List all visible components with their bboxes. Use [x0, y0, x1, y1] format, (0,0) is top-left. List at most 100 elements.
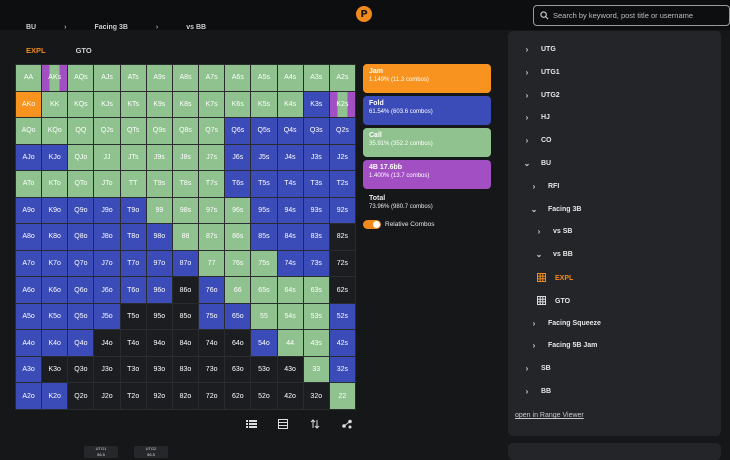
hand-cell[interactable]: J3o: [94, 356, 120, 383]
hand-cell[interactable]: 52o: [251, 383, 277, 409]
hand-cell[interactable]: K8o: [42, 224, 68, 250]
hand-cell[interactable]: Q4s: [277, 118, 303, 144]
hand-cell[interactable]: K2s: [329, 91, 355, 118]
hand-cell[interactable]: J2o: [94, 383, 120, 409]
hand-cell[interactable]: 72o: [199, 383, 225, 409]
hand-cell[interactable]: TT: [120, 171, 146, 197]
hand-cell[interactable]: 96o: [146, 277, 172, 303]
hand-cell[interactable]: Q7s: [199, 118, 225, 144]
hand-cell[interactable]: J4s: [277, 144, 303, 171]
hand-cell[interactable]: 82o: [172, 383, 199, 409]
hand-cell[interactable]: Q8o: [68, 224, 94, 250]
hand-cell[interactable]: 82s: [329, 224, 355, 250]
hand-cell[interactable]: 54o: [251, 330, 277, 356]
hand-cell[interactable]: 62s: [329, 277, 355, 303]
hand-cell[interactable]: K2o: [42, 383, 68, 409]
hand-cell[interactable]: 74s: [277, 250, 303, 277]
hand-cell[interactable]: J8s: [172, 144, 199, 171]
hand-cell[interactable]: 73s: [303, 250, 329, 277]
hand-cell[interactable]: 86o: [172, 277, 199, 303]
hand-cell[interactable]: AQo: [16, 118, 42, 144]
hand-cell[interactable]: KQo: [42, 118, 68, 144]
hand-cell[interactable]: 88: [172, 224, 199, 250]
tree-node[interactable]: › BB: [523, 387, 551, 396]
list-icon[interactable]: [244, 417, 258, 431]
hand-cell[interactable]: 97s: [199, 197, 225, 224]
hand-cell[interactable]: 63o: [225, 356, 251, 383]
hand-cell[interactable]: 92o: [146, 383, 172, 409]
hand-cell[interactable]: 32s: [329, 356, 355, 383]
hand-cell[interactable]: K6o: [42, 277, 68, 303]
tree-node[interactable]: ⌄ Facing 3B: [530, 205, 582, 214]
hand-cell[interactable]: 32o: [303, 383, 329, 409]
hand-cell[interactable]: T2o: [120, 383, 146, 409]
hand-cell[interactable]: T9s: [146, 171, 172, 197]
hand-cell[interactable]: KQs: [68, 91, 94, 118]
hand-cell[interactable]: AKs: [42, 65, 68, 91]
hand-cell[interactable]: K3s: [303, 91, 329, 118]
tree-node[interactable]: GTO: [537, 295, 570, 307]
hand-cell[interactable]: K4o: [42, 330, 68, 356]
breadcrumb-item[interactable]: Facing 3B: [94, 24, 127, 34]
hand-cell[interactable]: 63s: [303, 277, 329, 303]
hand-cell[interactable]: 86s: [225, 224, 251, 250]
hand-cell[interactable]: 95s: [251, 197, 277, 224]
hand-cell[interactable]: 44: [277, 330, 303, 356]
hand-cell[interactable]: K9o: [42, 197, 68, 224]
hand-cell[interactable]: ATs: [120, 65, 146, 91]
hand-cell[interactable]: QQ: [68, 118, 94, 144]
search-input[interactable]: [553, 11, 728, 20]
hand-cell[interactable]: Q3s: [303, 118, 329, 144]
sort-icon[interactable]: [308, 417, 322, 431]
hand-cell[interactable]: 94o: [146, 330, 172, 356]
hand-cell[interactable]: 85s: [251, 224, 277, 250]
hand-cell[interactable]: Q9s: [146, 118, 172, 144]
hand-cell[interactable]: J5o: [94, 303, 120, 330]
hand-cell[interactable]: 43o: [277, 356, 303, 383]
hand-cell[interactable]: 94s: [277, 197, 303, 224]
legend-fourbet[interactable]: 4B 17.6bb 1.400% (13.7 combos): [363, 160, 491, 189]
hand-cell[interactable]: QJo: [68, 144, 94, 171]
open-range-viewer-link[interactable]: open in Range Viewer: [515, 412, 584, 419]
tree-node[interactable]: › CO: [523, 136, 552, 145]
hand-cell[interactable]: 72s: [329, 250, 355, 277]
hand-cell[interactable]: Q6s: [225, 118, 251, 144]
hand-cell[interactable]: K9s: [146, 91, 172, 118]
hand-cell[interactable]: J7o: [94, 250, 120, 277]
hand-cell[interactable]: KK: [42, 91, 68, 118]
hand-cell[interactable]: QTo: [68, 171, 94, 197]
hand-cell[interactable]: J3s: [303, 144, 329, 171]
tab-expl[interactable]: EXPL: [26, 46, 46, 55]
hand-cell[interactable]: 55: [251, 303, 277, 330]
hand-cell[interactable]: J8o: [94, 224, 120, 250]
hand-cell[interactable]: 76o: [199, 277, 225, 303]
hand-cell[interactable]: T4o: [120, 330, 146, 356]
breadcrumb-item[interactable]: vs BB: [186, 24, 206, 34]
hand-cell[interactable]: KJs: [94, 91, 120, 118]
tree-node[interactable]: › SB: [523, 364, 551, 373]
hand-cell[interactable]: AJo: [16, 144, 42, 171]
hand-cell[interactable]: K7o: [42, 250, 68, 277]
hand-cell[interactable]: 42o: [277, 383, 303, 409]
hand-cell[interactable]: 83o: [172, 356, 199, 383]
hand-cell[interactable]: Q2o: [68, 383, 94, 409]
hand-cell[interactable]: 87o: [172, 250, 199, 277]
hand-cell[interactable]: T8s: [172, 171, 199, 197]
hand-cell[interactable]: 95o: [146, 303, 172, 330]
hand-cell[interactable]: T7o: [120, 250, 146, 277]
hand-cell[interactable]: 74o: [199, 330, 225, 356]
tree-node[interactable]: ⌄ vs BB: [535, 250, 573, 259]
hand-cell[interactable]: AJs: [94, 65, 120, 91]
hand-cell[interactable]: JTo: [94, 171, 120, 197]
hand-cell[interactable]: J5s: [251, 144, 277, 171]
hand-cell[interactable]: Q5s: [251, 118, 277, 144]
hand-cell[interactable]: Q8s: [172, 118, 199, 144]
hand-cell[interactable]: A9s: [146, 65, 172, 91]
hand-cell[interactable]: 53o: [251, 356, 277, 383]
hand-cell[interactable]: K7s: [199, 91, 225, 118]
hand-cell[interactable]: T7s: [199, 171, 225, 197]
tree-node[interactable]: › Facing 5B Jam: [530, 341, 598, 350]
hand-cell[interactable]: J9o: [94, 197, 120, 224]
hand-cell[interactable]: 98o: [146, 224, 172, 250]
seat-chip[interactable]: UTG1 56.5: [84, 446, 118, 458]
